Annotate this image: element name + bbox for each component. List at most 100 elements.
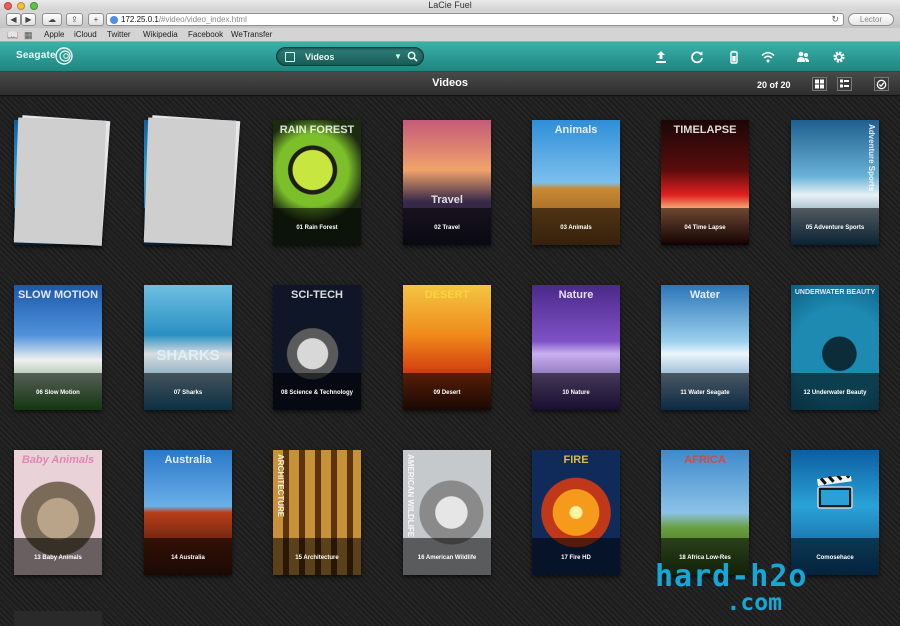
- clapperboard-icon: [817, 476, 853, 509]
- video-tile[interactable]: DESERT 09 Desert: [403, 285, 491, 410]
- folder-stack-sheet: [143, 117, 237, 246]
- media-type-label: Videos: [305, 52, 335, 62]
- bookmarks-bar: 📖 ▦ Apple iCloud Twitter Wikipedia Faceb…: [0, 28, 900, 42]
- video-tile[interactable]: Animals 03 Animals: [532, 120, 620, 245]
- cover-title-art: SHARKS: [156, 347, 220, 364]
- minimize-window-button[interactable]: [17, 2, 25, 10]
- chevron-down-icon[interactable]: ▼: [394, 52, 402, 61]
- video-tile[interactable]: TIMELAPSE 04 Time Lapse: [661, 120, 749, 245]
- search-icon[interactable]: [407, 51, 418, 62]
- address-bar[interactable]: 172.25.0.1/#video/video_index.html ↻: [106, 13, 844, 26]
- tile-caption: 07 Sharks: [173, 390, 203, 396]
- cover-title-art: FIRE: [563, 454, 589, 466]
- tile-caption: 10 Nature: [562, 390, 590, 396]
- icloud-tabs-button[interactable]: ☁: [42, 13, 62, 26]
- cover-title-art: SLOW MOTION: [17, 289, 99, 301]
- browser-toolbar: ◀ ▶ ☁ ⇪ + 172.25.0.1/#video/video_index.…: [0, 11, 900, 28]
- bookmark-wikipedia[interactable]: Wikipedia: [143, 28, 178, 42]
- sync-icon[interactable]: [690, 50, 704, 64]
- video-tile[interactable]: RAIN FOREST 01 Rain Forest: [273, 120, 361, 245]
- tile-caption: 09 Desert: [433, 390, 461, 396]
- reading-list-icon[interactable]: 📖: [7, 30, 18, 40]
- video-tile[interactable]: AMERICAN WILDLIFE 16 American Wildlife: [403, 450, 491, 575]
- video-tile[interactable]: AFRICA 18 Africa Low-Res: [661, 450, 749, 575]
- gear-icon[interactable]: [832, 50, 846, 64]
- cover-title-art: Animals: [554, 124, 598, 136]
- select-mode-icon[interactable]: [874, 77, 889, 91]
- video-tile[interactable]: SHARKS 07 Sharks: [144, 285, 232, 410]
- tile-caption: 01 Rain Forest: [296, 225, 338, 231]
- tile-caption: 15 Architecture: [295, 555, 339, 561]
- share-button[interactable]: ⇪: [66, 13, 83, 26]
- globe-icon: [110, 16, 118, 24]
- window-titlebar: LaCie Fuel: [0, 0, 900, 11]
- url-host: 172.25.0.1: [121, 15, 159, 24]
- reader-button[interactable]: Lector: [848, 13, 894, 26]
- tile-caption: 16 American Wildlife: [417, 555, 477, 561]
- tile-caption: 03 Animals: [560, 225, 592, 231]
- film-icon: [285, 52, 295, 62]
- item-count: 20 of 20: [757, 80, 791, 90]
- cover-title-art: Adventure Sports: [867, 124, 876, 192]
- watermark-line-1: hard-h2o: [655, 559, 808, 594]
- bookmark-wetransfer[interactable]: WeTransfer: [231, 28, 272, 42]
- new-tab-button[interactable]: +: [88, 13, 104, 26]
- battery-icon[interactable]: [727, 50, 741, 64]
- tile-caption: 13 Baby Animals: [34, 555, 82, 561]
- tile-caption: 14 Australia: [171, 555, 205, 561]
- video-tile[interactable]: Baby Animals 13 Baby Animals: [14, 450, 102, 575]
- video-tile[interactable]: FIRE 17 Fire HD: [532, 450, 620, 575]
- video-tile[interactable]: Travel 02 Travel: [403, 120, 491, 245]
- bookmark-twitter[interactable]: Twitter: [107, 28, 131, 42]
- video-tile[interactable]: UNDERWATER BEAUTY 12 Underwater Beauty: [791, 285, 879, 410]
- seagate-swirl-icon: [55, 47, 73, 65]
- cover-title-art: UNDERWATER BEAUTY: [794, 289, 876, 296]
- close-window-button[interactable]: [4, 2, 12, 10]
- bookmark-facebook[interactable]: Facebook: [188, 28, 223, 42]
- back-button[interactable]: ◀: [6, 13, 21, 26]
- site-watermark: hard-h2o .com: [655, 562, 808, 615]
- tile-caption: 17 Fire HD: [561, 555, 591, 561]
- cover-title-art: DESERT: [424, 289, 470, 301]
- reload-icon[interactable]: ↻: [831, 14, 839, 25]
- upload-icon[interactable]: [654, 50, 668, 64]
- cover-title-art: SCI-TECH: [291, 289, 343, 301]
- zoom-window-button[interactable]: [30, 2, 38, 10]
- folder-stack-sheet: [13, 117, 107, 246]
- tile-caption: 02 Travel: [434, 225, 460, 231]
- video-tile[interactable]: Adventure Sports 05 Adventure Sports: [791, 120, 879, 245]
- video-tile[interactable]: Water 11 Water Seagate: [661, 285, 749, 410]
- cover-title-art: Travel: [431, 194, 463, 206]
- top-sites-icon[interactable]: ▦: [24, 30, 33, 40]
- cover-title-art: AMERICAN WILDLIFE: [406, 454, 415, 538]
- cover-title-art: Nature: [558, 289, 594, 301]
- video-tile[interactable]: ARCHITECTURE 15 Architecture: [273, 450, 361, 575]
- users-icon[interactable]: [796, 50, 810, 64]
- cloud-icon: ☁: [48, 15, 56, 24]
- tile-caption: 08 Science & Technology: [281, 390, 353, 396]
- media-type-selector[interactable]: Videos ▼: [276, 47, 424, 66]
- video-tile[interactable]: Nature 10 Nature: [532, 285, 620, 410]
- tile-caption: 12 Underwater Beauty: [803, 390, 867, 396]
- grid-view-icon[interactable]: [812, 77, 827, 91]
- tile-caption: 05 Adventure Sports: [805, 225, 865, 231]
- wifi-icon[interactable]: [761, 50, 775, 64]
- cover-title-art: Water: [689, 289, 721, 301]
- tile-caption: 06 Slow Motion: [36, 390, 80, 396]
- partial-tile: [14, 611, 102, 626]
- seagate-logo[interactable]: Seagate: [16, 50, 56, 61]
- bookmark-apple[interactable]: Apple: [44, 28, 64, 42]
- cover-title-art: Australia: [164, 454, 212, 466]
- video-tile[interactable]: Comosehace: [791, 450, 879, 575]
- video-tile[interactable]: Australia 14 Australia: [144, 450, 232, 575]
- video-tile[interactable]: SLOW MOTION 06 Slow Motion: [14, 285, 102, 410]
- plus-icon: +: [93, 15, 99, 24]
- video-tile[interactable]: SCI-TECH 08 Science & Technology: [273, 285, 361, 410]
- list-view-icon[interactable]: [837, 77, 852, 91]
- window-title: LaCie Fuel: [428, 0, 472, 10]
- url-path: /#video/video_index.html: [158, 15, 247, 24]
- cover-title-art: TIMELAPSE: [673, 124, 737, 136]
- forward-arrow-icon: ▶: [25, 15, 32, 24]
- bookmark-icloud[interactable]: iCloud: [74, 28, 97, 42]
- forward-button[interactable]: ▶: [21, 13, 36, 26]
